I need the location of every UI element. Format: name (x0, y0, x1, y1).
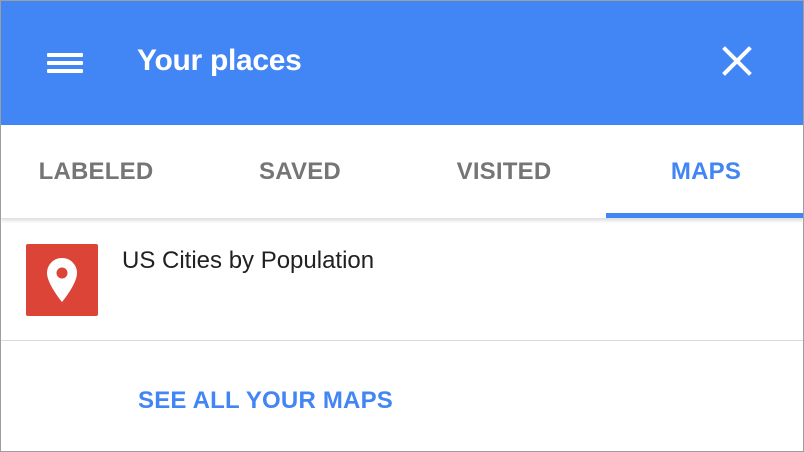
header-bar: Your places (1, 1, 803, 125)
menu-line (47, 53, 83, 57)
tab-maps[interactable]: MAPS (606, 125, 803, 219)
active-tab-indicator (606, 213, 803, 218)
menu-line (47, 69, 83, 73)
map-title: US Cities by Population (122, 247, 375, 274)
close-icon[interactable] (717, 41, 757, 81)
tab-visited[interactable]: VISITED (404, 125, 604, 219)
see-all-maps-link[interactable]: SEE ALL YOUR MAPS (138, 385, 393, 417)
tab-bar: LABELED SAVED VISITED MAPS (1, 125, 803, 219)
menu-line (47, 61, 83, 65)
tab-saved[interactable]: SAVED (200, 125, 400, 219)
page-title: Your places (137, 44, 302, 77)
tab-labeled[interactable]: LABELED (1, 125, 196, 219)
your-places-panel: Your places LABELED SAVED VISITED MAPS U… (0, 0, 804, 452)
map-pin-icon (26, 244, 98, 316)
map-list-item[interactable]: US Cities by Population (1, 220, 803, 341)
hamburger-menu-icon[interactable] (45, 47, 85, 77)
